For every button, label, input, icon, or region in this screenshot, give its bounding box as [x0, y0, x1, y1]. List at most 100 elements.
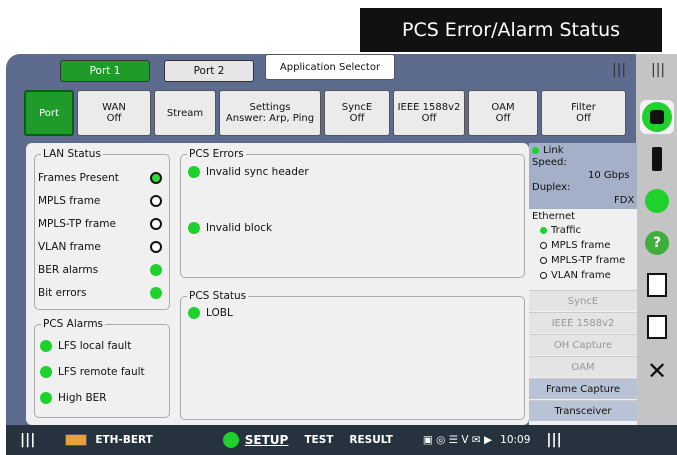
status-indicator-icon [150, 218, 162, 230]
pcs-alarm-row: LFS local fault [40, 340, 131, 352]
pcs-status-label: LOBL [206, 307, 233, 319]
help-icon: ? [645, 231, 669, 255]
lan-status-label: MPLS-TP frame [38, 218, 116, 230]
status-indicator-icon [150, 264, 162, 276]
nav-synce-value: Off [349, 113, 365, 124]
setup-tab[interactable]: SETUP [245, 433, 289, 447]
ethernet-row: MPLS frame [540, 240, 610, 251]
ieee-side-button[interactable]: IEEE 1588v2 [529, 312, 637, 333]
module-icon [65, 434, 88, 446]
nav-synce-label: SyncE [341, 102, 373, 113]
edit-report-button[interactable] [640, 310, 674, 344]
status-indicator-icon [188, 307, 200, 319]
nav-filter-value: Off [576, 113, 591, 124]
tab-port-1[interactable]: Port 1 [60, 60, 150, 82]
duplex-label: Duplex: [532, 182, 571, 193]
nav-filter-button[interactable]: Filter Off [541, 90, 626, 136]
nav-oam-value: Off [495, 113, 511, 124]
grip-icon[interactable]: ||| [612, 62, 626, 78]
status-indicator-icon [150, 195, 162, 207]
ethernet-row: VLAN frame [540, 270, 611, 281]
ethernet-item-label: Traffic [551, 225, 582, 236]
status-indicator-icon [150, 241, 162, 253]
speed-label: Speed: [532, 157, 567, 168]
oam-side-button[interactable]: OAM [529, 356, 637, 377]
ethernet-title: Ethernet [532, 211, 576, 222]
pcs-alarm-label: High BER [58, 392, 107, 404]
pcs-error-row: Invalid sync header [188, 166, 309, 178]
lan-status-row: Frames Present [38, 172, 162, 184]
stop-test-button[interactable] [640, 100, 674, 134]
test-tab[interactable]: TEST [304, 434, 333, 446]
nav-stream-button[interactable]: Stream [154, 90, 216, 136]
pcs-status-title: PCS Status [189, 290, 247, 302]
nav-settings-button[interactable]: Settings Answer: Arp, Ping [219, 90, 321, 136]
lan-status-row: BER alarms [38, 264, 162, 276]
mpls-indicator-icon [540, 242, 547, 249]
app-name: ETH-BERT [95, 434, 153, 446]
help-button[interactable]: ? [640, 226, 674, 260]
ethernet-row: Traffic [540, 225, 581, 236]
lan-status-label: VLAN frame [38, 241, 101, 253]
lan-status-row: Bit errors [38, 287, 162, 299]
tab-port-2[interactable]: Port 2 [164, 60, 254, 82]
pcs-error-label: Invalid block [206, 222, 273, 234]
nav-filter-label: Filter [571, 102, 596, 113]
nav-wan-value: Off [106, 113, 122, 124]
title-banner: PCS Error/Alarm Status [360, 8, 662, 52]
link-indicator-icon [532, 147, 539, 154]
port-tabs: Port 1 Port 2 [60, 60, 254, 84]
right-grip-icon[interactable]: ||| [546, 432, 561, 448]
traffic-light-button[interactable] [640, 142, 674, 176]
bottom-status-bar: ||| ETH-BERT SETUP TEST RESULT ▣ ◎ ☰ V ✉… [6, 425, 677, 455]
oh-capture-side-button[interactable]: OH Capture [529, 334, 637, 355]
close-icon: ✕ [646, 357, 668, 385]
error-indicator-icon [188, 166, 200, 178]
nav-synce-button[interactable]: SyncE Off [324, 90, 390, 136]
application-selector-button[interactable]: Application Selector [265, 54, 395, 80]
pcs-alarm-label: LFS remote fault [58, 366, 145, 378]
status-indicator-icon [150, 172, 162, 184]
nav-oam-label: OAM [491, 102, 515, 113]
pcs-alarm-row: High BER [40, 392, 107, 404]
nav-oam-button[interactable]: OAM Off [468, 90, 538, 136]
vlan-indicator-icon [540, 272, 547, 279]
lan-status-label: MPLS frame [38, 195, 101, 207]
ethernet-row: MPLS-TP frame [540, 255, 625, 266]
nav-settings-label: Settings [249, 102, 291, 113]
nav-port-button[interactable]: Port [24, 90, 74, 136]
traffic-indicator-icon [540, 227, 547, 234]
pcs-errors-title: PCS Errors [189, 148, 244, 160]
nav-settings-value: Answer: Arp, Ping [225, 113, 315, 124]
link-row: Link [532, 145, 563, 156]
report-icon [647, 273, 667, 297]
nav-ieee-button[interactable]: IEEE 1588v2 Off [393, 90, 465, 136]
report-button[interactable] [640, 268, 674, 302]
pcs-alarm-label: LFS local fault [58, 340, 132, 352]
lan-status-row: MPLS frame [38, 195, 162, 207]
banner-title: PCS Error/Alarm Status [401, 19, 621, 41]
frame-capture-side-button[interactable]: Frame Capture [529, 378, 637, 399]
transceiver-side-button[interactable]: Transceiver [529, 400, 637, 421]
result-tab[interactable]: RESULT [349, 434, 392, 446]
lan-status-title: LAN Status [43, 148, 101, 160]
nav-wan-button[interactable]: WAN Off [77, 90, 151, 136]
clock: 10:09 [500, 434, 531, 446]
system-tray-icons: ▣ ◎ ☰ V ✉ ▶ [422, 434, 493, 446]
pcs-status-row: LOBL [188, 307, 233, 319]
ethernet-item-label: MPLS frame [551, 240, 611, 251]
stop-icon [642, 102, 672, 132]
speed-value: 10 Gbps [588, 170, 630, 181]
led-status-button[interactable] [640, 184, 674, 218]
close-button[interactable]: ✕ [640, 354, 674, 388]
ethernet-item-label: VLAN frame [551, 270, 611, 281]
menu-grip-icon[interactable]: ||| [20, 432, 35, 448]
grip-icon[interactable]: ||| [651, 62, 665, 78]
status-indicator-icon [150, 287, 162, 299]
pcs-alarms-title: PCS Alarms [43, 318, 104, 330]
alarm-indicator-icon [40, 366, 52, 378]
synce-side-button[interactable]: SyncE [529, 290, 637, 311]
lan-status-row: MPLS-TP frame [38, 218, 162, 230]
pcs-error-row: Invalid block [188, 222, 272, 234]
lan-status-label: Frames Present [38, 172, 119, 184]
